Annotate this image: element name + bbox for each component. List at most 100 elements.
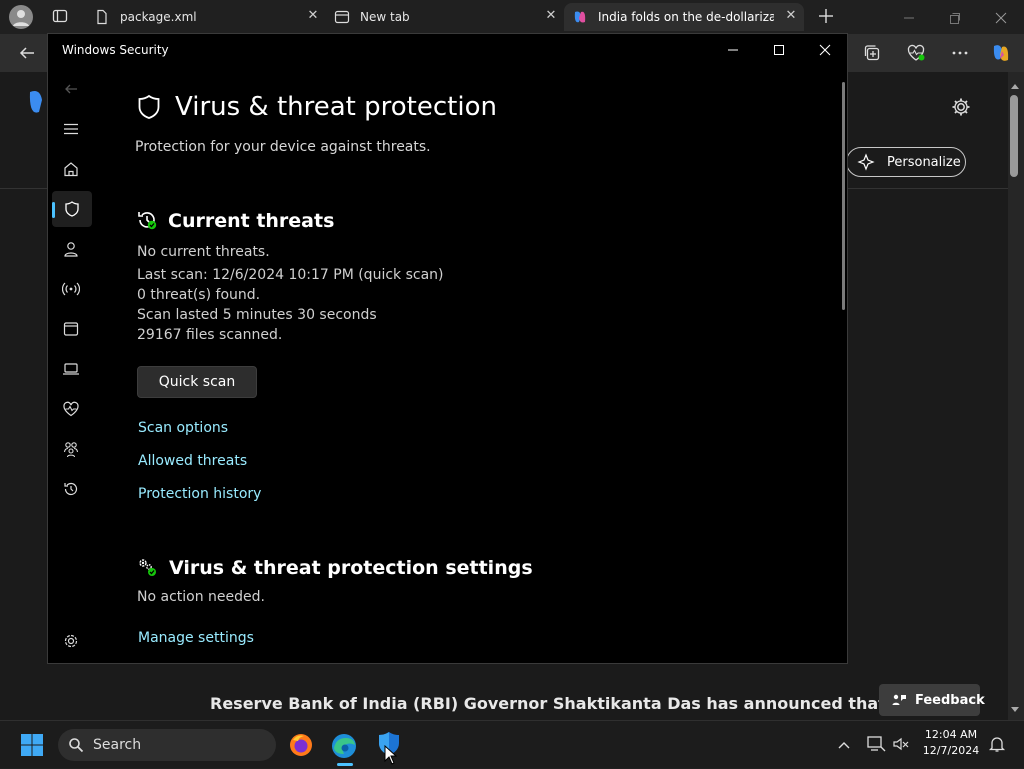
protection-settings-heading: Virus & threat protection settings <box>169 557 533 579</box>
wifi-icon <box>62 282 80 296</box>
scroll-up-arrow-icon[interactable] <box>1009 76 1021 89</box>
maximize-button[interactable] <box>756 34 802 66</box>
taskbar-clock[interactable]: 12:04 AM 12/7/2024 <box>918 727 984 759</box>
nav-app-browser-control[interactable] <box>48 311 94 347</box>
show-hidden-icons-chevron-icon[interactable] <box>837 737 851 751</box>
windows-security-window: Windows Security Virus & threat protecti… <box>47 33 848 664</box>
close-tab-icon[interactable]: ✕ <box>784 9 798 23</box>
laptop-icon <box>63 363 79 375</box>
close-tab-icon[interactable]: ✕ <box>544 9 558 23</box>
nav-account-protection[interactable] <box>48 231 94 267</box>
tab-label: India folds on the de-dollarization <box>598 10 774 24</box>
profile-avatar[interactable] <box>9 5 33 29</box>
current-threats-heading: Current threats <box>168 210 335 232</box>
menu-button[interactable] <box>48 111 94 147</box>
nav-device-security[interactable] <box>48 351 94 387</box>
new-tab-button[interactable] <box>816 6 836 26</box>
new-tab-icon <box>334 9 350 25</box>
nav-virus-threat-protection[interactable] <box>52 191 92 227</box>
back-icon <box>65 84 77 94</box>
nav-home[interactable] <box>48 151 94 187</box>
close-browser-icon[interactable] <box>994 10 1008 24</box>
nav-firewall[interactable] <box>48 271 94 307</box>
files-scanned: 29167 files scanned. <box>137 327 283 343</box>
nav-family-options[interactable] <box>48 431 94 467</box>
copilot-icon[interactable] <box>990 42 1012 64</box>
content-scrollbar[interactable] <box>842 82 845 310</box>
network-icon[interactable] <box>866 735 886 753</box>
notifications-bell-icon[interactable] <box>988 735 1006 753</box>
minimize-button[interactable] <box>710 34 756 66</box>
threats-found: 0 threat(s) found. <box>137 287 261 303</box>
shield-icon <box>65 201 79 217</box>
edge-icon[interactable] <box>330 732 358 760</box>
nav-protection-history[interactable] <box>48 471 94 507</box>
quick-scan-button[interactable]: Quick scan <box>137 366 257 398</box>
scan-options-link[interactable]: Scan options <box>138 420 228 436</box>
tab-new-tab[interactable]: New tab ✕ <box>326 3 564 31</box>
maximize-icon <box>774 45 784 55</box>
sparkle-star-icon <box>857 153 875 171</box>
settings-icon <box>64 634 78 648</box>
taskbar-search[interactable]: Search <box>58 729 276 761</box>
taskbar: Search 12:04 AM 12/7/2024 <box>0 720 1024 768</box>
search-icon <box>68 737 84 753</box>
health-icon <box>63 401 79 417</box>
start-button[interactable] <box>20 733 44 757</box>
restore-browser-icon[interactable] <box>948 10 962 24</box>
collections-icon[interactable] <box>862 43 882 63</box>
page-title: Virus & threat protection <box>175 92 497 122</box>
scan-duration: Scan lasted 5 minutes 30 seconds <box>137 307 377 323</box>
settings-gear-icon[interactable] <box>950 96 972 118</box>
firefox-icon[interactable] <box>288 732 314 758</box>
back-button[interactable] <box>48 71 94 107</box>
menu-icon <box>64 123 78 135</box>
settings-gears-icon <box>136 556 158 578</box>
last-scan: Last scan: 12/6/2024 10:17 PM (quick sca… <box>137 267 444 283</box>
browser-essentials-icon[interactable] <box>906 43 926 63</box>
tab-label: New tab <box>360 10 410 24</box>
history-icon <box>64 482 78 496</box>
search-placeholder: Search <box>93 737 142 753</box>
close-button[interactable] <box>802 34 847 66</box>
close-icon <box>819 44 831 56</box>
home-icon <box>64 162 78 177</box>
personalize-label: Personalize <box>887 154 961 170</box>
clock-time: 12:04 AM <box>924 728 978 741</box>
nav-device-performance-health[interactable] <box>48 391 94 427</box>
edge-active-indicator <box>337 763 353 766</box>
back-icon[interactable] <box>18 44 36 62</box>
threat-status: No current threats. <box>137 244 270 260</box>
more-options-icon[interactable] <box>950 43 970 63</box>
tab-india-article[interactable]: India folds on the de-dollarization ✕ <box>564 3 804 31</box>
page-scrollbar-thumb[interactable] <box>1010 95 1018 177</box>
settings-status: No action needed. <box>137 589 265 605</box>
nav-settings[interactable] <box>48 623 94 659</box>
scroll-down-arrow-icon[interactable] <box>1009 700 1021 712</box>
volume-muted-icon[interactable] <box>892 735 910 753</box>
nav-active-indicator <box>52 202 55 218</box>
personalize-button[interactable]: Personalize <box>846 147 966 177</box>
feedback-icon <box>891 692 907 708</box>
tab-package-xml[interactable]: package.xml ✕ <box>86 3 326 31</box>
close-tab-icon[interactable]: ✕ <box>306 9 320 23</box>
account-icon <box>64 242 78 257</box>
windows-logo-icon <box>21 734 43 756</box>
clock-date: 12/7/2024 <box>922 744 980 757</box>
tab-actions-icon[interactable] <box>52 8 68 24</box>
mouse-cursor-icon <box>384 744 398 765</box>
copilot-logo-icon <box>26 88 48 120</box>
protection-history-link[interactable]: Protection history <box>138 486 261 502</box>
manage-settings-link[interactable]: Manage settings <box>138 630 254 646</box>
page-subtitle: Protection for your device against threa… <box>135 139 431 155</box>
shield-icon <box>136 94 162 122</box>
app-browser-icon <box>63 322 79 336</box>
minimize-browser-icon[interactable] <box>902 10 916 24</box>
article-text: Reserve Bank of India (RBI) Governor Sha… <box>210 694 886 713</box>
copilot-icon <box>572 9 588 25</box>
allowed-threats-link[interactable]: Allowed threats <box>138 453 247 469</box>
window-title: Windows Security <box>62 43 169 57</box>
family-icon <box>63 442 79 458</box>
browser-tab-bar: package.xml ✕ New tab ✕ India folds on t… <box>0 0 1024 34</box>
feedback-button[interactable]: Feedback <box>879 684 985 716</box>
